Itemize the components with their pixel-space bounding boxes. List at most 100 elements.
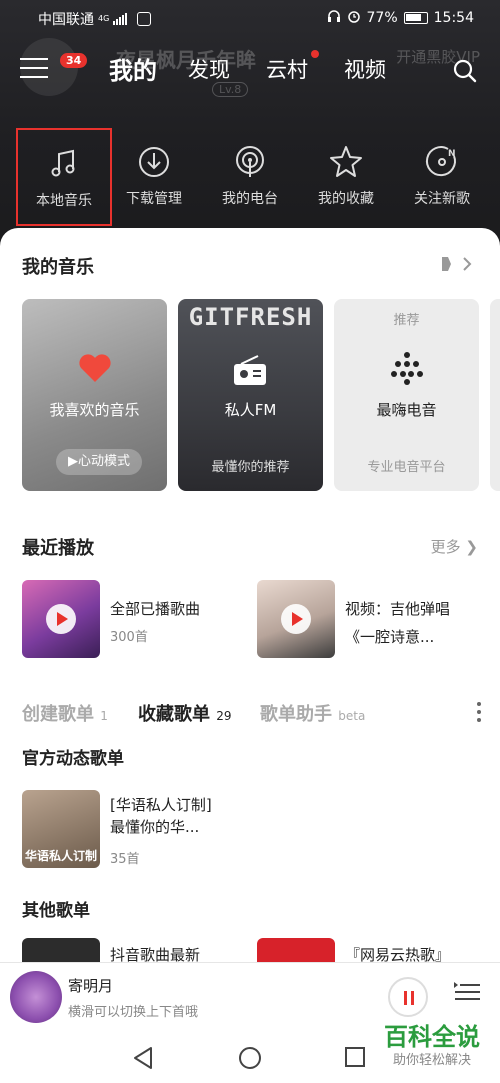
chevron-right-icon: ❯ <box>465 538 478 556</box>
pause-button[interactable] <box>388 977 428 1017</box>
song-title: 寄明月 <box>68 977 114 995</box>
recent-title: 最近播放 <box>22 538 94 559</box>
radio-icon <box>236 146 264 177</box>
player-hint: 横滑可以切换上下首哦 <box>68 1005 199 1020</box>
search-button[interactable] <box>452 58 478 84</box>
watermark-main: 百科全说 <box>384 1023 480 1051</box>
heartbeat-mode-button[interactable]: ▶心动模式 <box>56 449 143 475</box>
play-icon <box>46 604 76 634</box>
home-icon <box>239 1047 261 1069</box>
tab-collected-playlists[interactable]: 收藏歌单 29 <box>138 700 232 726</box>
back-button[interactable] <box>132 1046 154 1074</box>
music-note-icon <box>51 149 75 177</box>
playlist-cover: 华语私人订制 <box>22 790 100 868</box>
recent-all-played[interactable]: 全部已播歌曲 300首 <box>22 580 242 662</box>
tab-playlist-assistant[interactable]: 歌单助手 beta <box>260 700 365 726</box>
video-thumbnail <box>257 580 335 658</box>
fm-banner-text: GITFRESH <box>188 303 313 331</box>
personal-fm-card[interactable]: GITFRESH 私人FM 最懂你的推荐 <box>178 299 323 491</box>
favorites-label: 我的收藏 <box>318 191 374 207</box>
local-music-button[interactable]: 本地音乐 <box>16 128 112 226</box>
my-radio-label: 我的电台 <box>222 191 278 207</box>
official-playlist-item[interactable]: 华语私人订制 [华语私人订制] 最懂你的华... 35首 <box>22 790 462 870</box>
electronic-title: 最嗨电音 <box>376 401 437 419</box>
tab-video[interactable]: 视频 <box>344 54 386 84</box>
playlist-tabs: 创建歌单 1 收藏歌单 29 歌单助手 beta <box>22 700 482 730</box>
menu-button[interactable]: 34 <box>20 53 88 82</box>
my-music-title: 我的音乐 <box>22 257 94 278</box>
assistant-beta: beta <box>338 709 366 723</box>
my-music-actions[interactable] <box>438 254 478 274</box>
download-icon <box>139 147 169 177</box>
cover-tag: 华语私人订制 <box>24 849 97 863</box>
headphone-icon <box>327 9 341 27</box>
queue-icon <box>454 982 480 1000</box>
clock: 15:54 <box>433 10 474 26</box>
video-subtitle: 《一腔诗意... <box>345 628 435 646</box>
tab-mine[interactable]: 我的 <box>109 51 157 86</box>
watermark-sub: 助你轻松解决 <box>392 1053 471 1068</box>
follow-new-songs-button[interactable]: N 关注新歌 <box>394 128 490 226</box>
top-navigation: 34 我的 发现 云村 视频 <box>0 48 500 94</box>
network-type: 4G <box>98 14 110 23</box>
search-icon <box>453 59 477 83</box>
download-label: 下载管理 <box>126 191 182 207</box>
playlist-title-line1: [华语私人订制] <box>110 796 212 814</box>
all-played-title: 全部已播歌曲 <box>110 600 201 618</box>
created-label: 创建歌单 <box>22 704 94 725</box>
video-title: 视频：吉他弹唱 <box>345 600 451 618</box>
status-bar: 中国联通 4G 77% 15:54 <box>0 0 500 34</box>
album-art[interactable] <box>10 971 62 1023</box>
recent-video[interactable]: 视频：吉他弹唱 《一腔诗意... <box>257 580 500 662</box>
tab-discover[interactable]: 发现 <box>188 54 230 84</box>
my-radio-button[interactable]: 我的电台 <box>202 128 298 226</box>
new-song-icon: N <box>425 146 456 177</box>
star-icon <box>330 146 362 177</box>
recommend-label: 推荐 <box>393 313 420 328</box>
favorites-button[interactable]: 我的收藏 <box>298 128 394 226</box>
follow-new-songs-label: 关注新歌 <box>414 191 470 207</box>
tag-icon <box>442 257 472 271</box>
menu-icon <box>20 58 48 60</box>
created-count: 1 <box>100 709 108 723</box>
playlist-title: [华语私人订制] 最懂你的华... <box>110 794 290 838</box>
recents-icon <box>345 1047 365 1067</box>
recent-more-link[interactable]: 更多 ❯ <box>431 536 478 557</box>
playlist-queue-button[interactable] <box>452 977 482 1007</box>
collected-label: 收藏歌单 <box>138 704 210 725</box>
svg-text:N: N <box>448 149 456 159</box>
assistant-label: 歌单助手 <box>260 704 332 725</box>
personal-fm-subtitle: 最懂你的推荐 <box>211 460 290 475</box>
all-played-thumbnail <box>22 580 100 658</box>
electronic-card[interactable]: 推荐 最嗨电音 专业电音平台 <box>334 299 479 491</box>
electronic-subtitle: 专业电音平台 <box>367 460 446 475</box>
playlist-count: 35首 <box>110 852 140 867</box>
recents-button[interactable] <box>344 1046 366 1072</box>
carrier-label: 中国联通 <box>38 12 94 28</box>
next-card-peek[interactable] <box>490 299 500 491</box>
tab-village[interactable]: 云村 <box>266 54 308 84</box>
other-title: 其他歌单 <box>22 901 90 921</box>
official-title: 官方动态歌单 <box>22 749 124 769</box>
quick-actions: 本地音乐 下载管理 我的电台 我的收藏 N 关注新歌 <box>0 128 500 228</box>
signal-icon <box>113 13 128 25</box>
watermark-logo: 百科全说 助你轻松解决 <box>368 1022 496 1080</box>
radio-icon <box>234 355 266 385</box>
more-label: 更多 <box>430 538 461 556</box>
download-button[interactable]: 下载管理 <box>106 128 202 226</box>
battery-percent: 77% <box>366 10 398 26</box>
personal-fm-title: 私人FM <box>224 401 277 419</box>
heartbeat-mode-label: 心动模式 <box>78 454 131 469</box>
all-played-count: 300首 <box>110 630 148 645</box>
battery-icon <box>403 12 428 24</box>
new-dot <box>311 50 319 58</box>
more-options-button[interactable] <box>476 702 482 724</box>
back-icon <box>134 1047 152 1069</box>
content-panel: 我的音乐 我喜欢的音乐 ▶心动模式 GITFRESH 私人FM 最懂你的推荐 推… <box>0 228 500 968</box>
notification-badge: 34 <box>60 53 88 68</box>
liked-music-card[interactable]: 我喜欢的音乐 ▶心动模式 <box>22 299 167 491</box>
app-notification-icon <box>137 12 152 26</box>
home-button[interactable] <box>238 1046 262 1074</box>
play-icon <box>281 604 311 634</box>
tab-created-playlists[interactable]: 创建歌单 1 <box>22 700 108 726</box>
